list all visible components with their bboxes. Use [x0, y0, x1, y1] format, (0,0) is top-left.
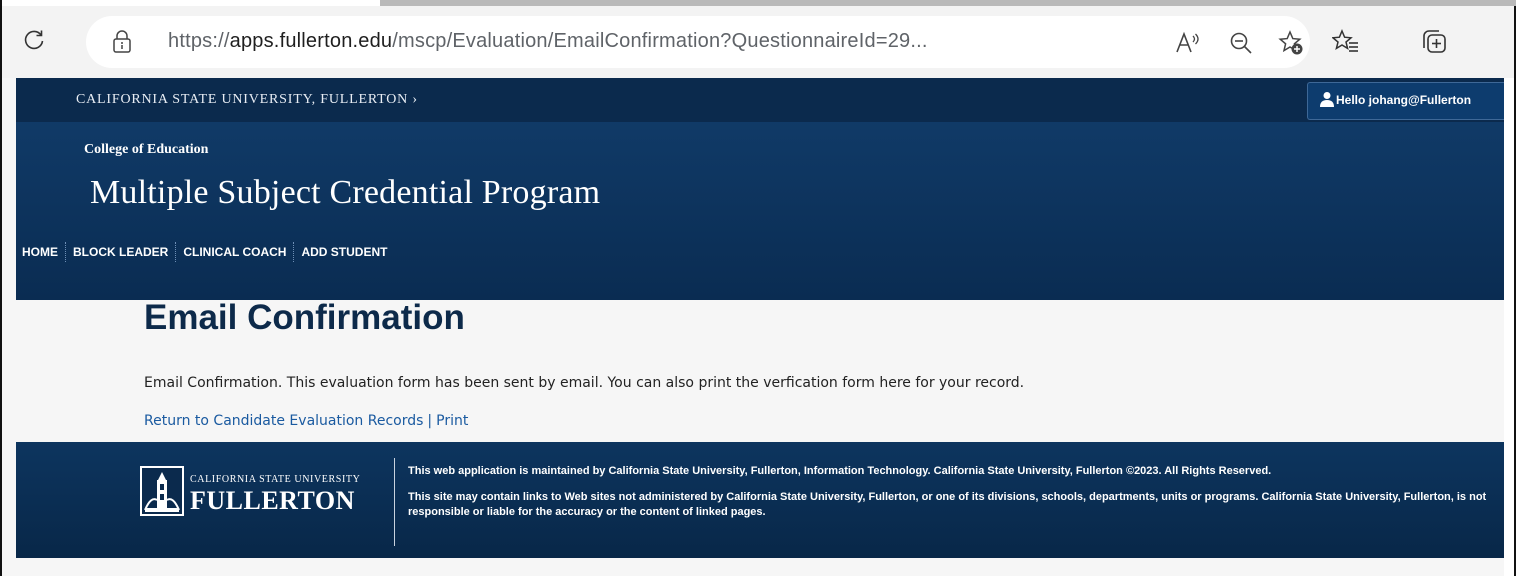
browser-toolbar: https://apps.fullerton.edu/mscp/Evaluati…: [2, 6, 1514, 78]
user-greeting: Hello johang@Fullerton: [1336, 93, 1472, 107]
page-title: Email Confirmation: [144, 298, 465, 337]
main-nav: HOME BLOCK LEADER CLINICAL COACH ADD STU…: [16, 242, 394, 262]
url-path: /mscp/Evaluation/EmailConfirmation?Quest…: [392, 30, 928, 52]
address-bar[interactable]: https://apps.fullerton.edu/mscp/Evaluati…: [86, 16, 1310, 68]
url-text[interactable]: https://apps.fullerton.edu/mscp/Evaluati…: [168, 30, 928, 53]
nav-block-leader[interactable]: BLOCK LEADER: [65, 242, 175, 262]
page-gutter: [1504, 78, 1514, 576]
return-to-records-link[interactable]: Return to Candidate Evaluation Records: [144, 413, 423, 429]
read-aloud-icon[interactable]: [1174, 30, 1200, 56]
footer-divider: [394, 458, 395, 546]
university-link[interactable]: CALIFORNIA STATE UNIVERSITY, FULLERTON ›: [76, 92, 418, 108]
program-title: Multiple Subject Credential Program: [90, 174, 601, 211]
nav-clinical-coach[interactable]: CLINICAL COACH: [175, 242, 293, 262]
add-favorite-icon[interactable]: [1278, 30, 1304, 56]
url-scheme: https://: [168, 30, 230, 52]
favorites-icon[interactable]: [1332, 28, 1360, 56]
college-name: College of Education: [84, 142, 209, 157]
print-link[interactable]: Print: [436, 413, 468, 429]
site-info-icon[interactable]: [112, 30, 132, 54]
site-header: College of Education Multiple Subject Cr…: [16, 122, 1504, 300]
reload-icon[interactable]: [22, 28, 46, 52]
footer-maintained-text: This web application is maintained by Ca…: [408, 465, 1272, 477]
site-footer: CALIFORNIA STATE UNIVERSITY FULLERTON Th…: [16, 442, 1504, 558]
link-separator: |: [427, 413, 433, 429]
footer-disclaimer-text: This site may contain links to Web sites…: [408, 491, 1487, 518]
logo-csu-text: CALIFORNIA STATE UNIVERSITY: [190, 474, 361, 485]
zoom-out-icon[interactable]: [1228, 30, 1254, 56]
confirmation-message: Email Confirmation. This evaluation form…: [144, 375, 1025, 391]
collections-icon[interactable]: [1420, 28, 1448, 56]
action-links: Return to Candidate Evaluation Records | P…: [144, 413, 468, 429]
university-topbar: CALIFORNIA STATE UNIVERSITY, FULLERTON ›…: [16, 78, 1504, 122]
user-icon: [1320, 92, 1334, 107]
tuffy-tower-icon: [140, 466, 184, 516]
csuf-logo[interactable]: CALIFORNIA STATE UNIVERSITY FULLERTON: [140, 462, 390, 542]
user-menu-button[interactable]: Hello johang@Fullerton: [1307, 82, 1504, 120]
nav-home[interactable]: HOME: [16, 242, 65, 262]
url-host: apps.fullerton.edu: [229, 30, 393, 52]
nav-add-student[interactable]: ADD STUDENT: [293, 242, 394, 262]
logo-fullerton-text: FULLERTON: [190, 486, 355, 515]
page-content: CALIFORNIA STATE UNIVERSITY, FULLERTON ›…: [2, 78, 1504, 576]
